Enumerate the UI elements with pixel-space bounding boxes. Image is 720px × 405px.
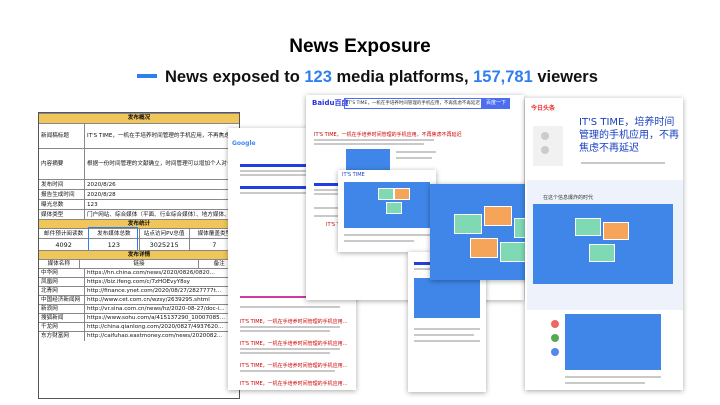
article-card-screenshot: IT'S TIME xyxy=(338,170,436,252)
row-key: 新闻稿标题 xyxy=(39,124,85,149)
dot-icon xyxy=(551,348,559,356)
google-logo: Google xyxy=(232,140,256,147)
subtitle-middle: media platforms, xyxy=(331,68,474,86)
accent-dash xyxy=(137,73,157,78)
table-row: 内容摘要根据一份时间管理的文献确立，时间管理可以增加个人对个人意义关系价值...… xyxy=(39,148,239,180)
platform-count: 123 xyxy=(304,68,332,86)
subtitle-suffix: viewers xyxy=(532,68,598,86)
comment-icon[interactable] xyxy=(541,146,549,154)
subtitle-prefix: News exposed to xyxy=(165,68,305,86)
article-headline[interactable]: IT'S TIME，培养时间管理的手机应用，不再焦虑不再延迟 xyxy=(579,116,679,155)
section-overview: 发布概况 xyxy=(39,113,239,123)
viewer-count: 157,781 xyxy=(473,68,533,86)
share-sidebar xyxy=(533,126,563,166)
toutiao-article-screenshot: 今日头条 IT'S TIME，培养时间管理的手机应用，不再焦虑不再延迟 在这个信… xyxy=(525,98,683,390)
table-row: 新闻稿标题IT'S TIME，一机在手培养时间管理的手机应用，不再焦虑不再延迟。 xyxy=(39,123,239,149)
row-key: 内容摘要 xyxy=(39,149,85,180)
article-caption: 在这个信息爆炸的时代 xyxy=(543,195,594,201)
media-name: 东方财富网 xyxy=(39,332,85,341)
media-link[interactable]: http://caifuhao.eastmoney.com/news/20200… xyxy=(85,332,239,341)
dot-icon xyxy=(551,334,559,342)
search-button[interactable]: 百度一下 xyxy=(482,98,510,109)
search-input[interactable]: IT'S TIME，一机在手培养时间管理的手机应用，不再焦虑不再延迟 xyxy=(344,98,482,109)
row-value: 根据一份时间管理的文献确立，时间管理可以增加个人对个人意义关系价值... (Ha… xyxy=(87,161,239,167)
release-report-table: 发布概况 新闻稿标题 IT'S TIME，一机在手培养时间管理的手机应用，不再焦虑… xyxy=(38,112,240,399)
like-icon[interactable] xyxy=(541,132,549,140)
result-title[interactable]: IT'S TIME，一机在手培养时间管理的手机应用，不再焦虑不再延迟 xyxy=(314,131,462,138)
slide-title: News Exposure xyxy=(289,36,431,57)
app-card-text: IT'S TIME xyxy=(342,172,365,178)
row-value: IT'S TIME，一机在手培养时间管理的手机应用，不再焦虑不再延迟。 xyxy=(87,133,239,139)
slide-subtitle: News exposed to 123 media platforms, 157… xyxy=(137,68,598,87)
highlight-box xyxy=(88,227,138,251)
dot-icon xyxy=(551,320,559,328)
toutiao-brand: 今日头条 xyxy=(531,105,556,112)
baidu-logo: Baidu百度 xyxy=(312,99,349,107)
table-row: 东方财富网 http://caifuhao.eastmoney.com/news/… xyxy=(39,331,239,341)
